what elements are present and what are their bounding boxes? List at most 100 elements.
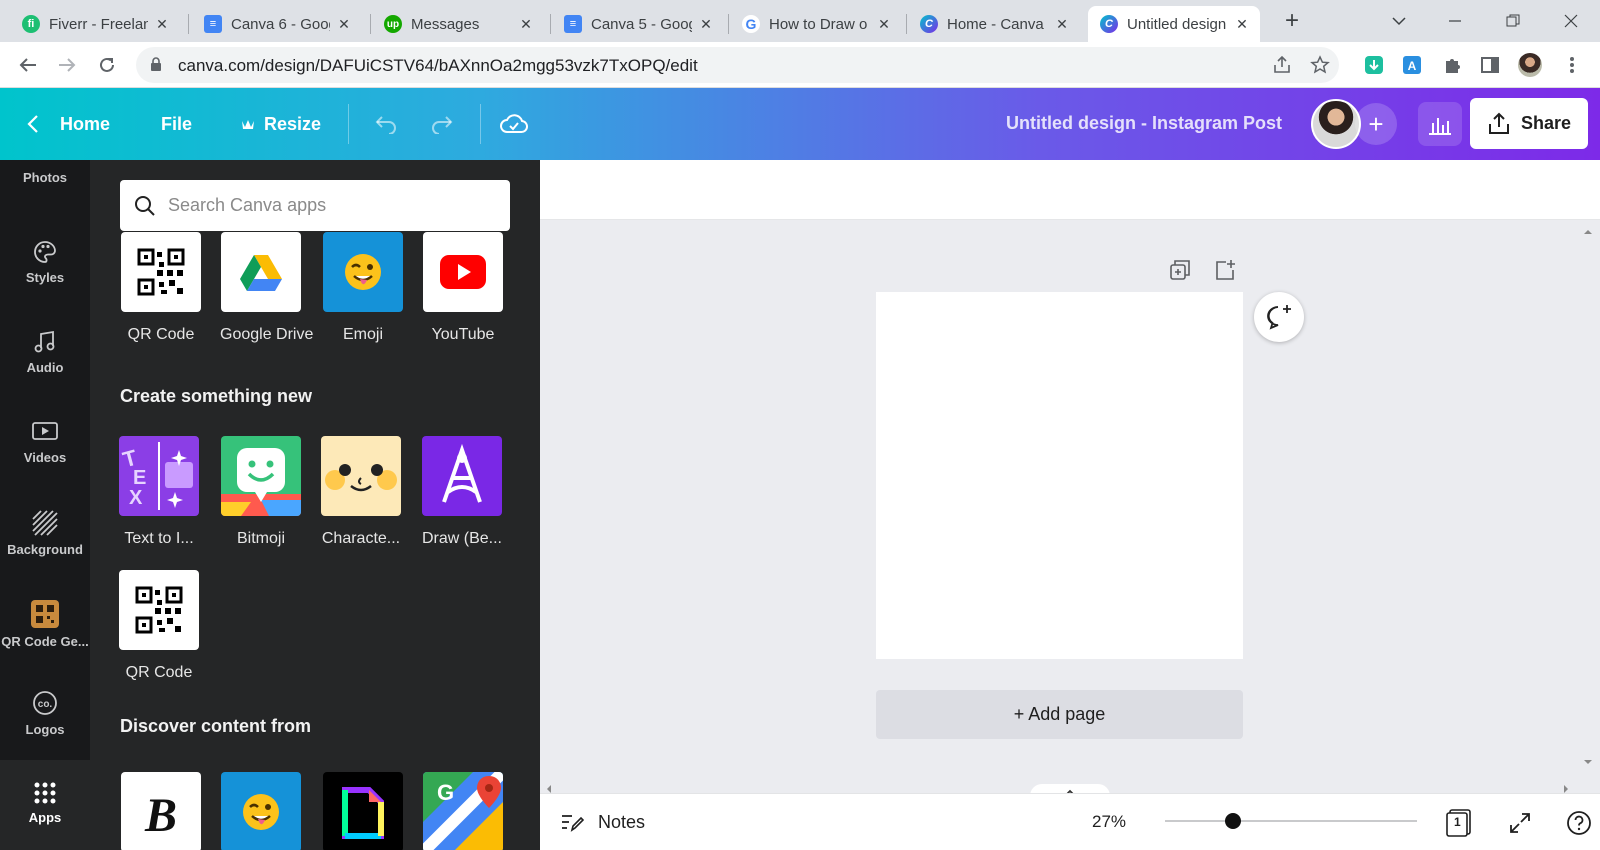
app-tile-giphy[interactable] (322, 772, 404, 850)
rail-item-videos[interactable]: Videos (0, 420, 90, 465)
rail-item-photos[interactable]: Photos (0, 170, 90, 185)
save-status-button[interactable] (500, 110, 528, 138)
page-count-button[interactable]: 1 (1444, 808, 1474, 838)
add-collaborator-button[interactable]: + (1355, 103, 1397, 145)
editor-context-toolbar (540, 160, 1600, 220)
puzzle-extensions-icon[interactable] (1440, 53, 1464, 77)
character-face-icon (321, 436, 401, 516)
resize-button[interactable]: Resize (241, 110, 321, 138)
design-title[interactable]: Untitled design - Instagram Post (1006, 113, 1282, 134)
close-icon[interactable]: ✕ (1234, 16, 1250, 32)
browser-tab-untitled-design[interactable]: C Untitled design ✕ (1088, 6, 1260, 42)
app-tile-draw[interactable]: Draw (Be... (421, 436, 503, 548)
app-tile-emoji-2[interactable] (220, 772, 302, 850)
browser-tab-canva6[interactable]: ≡ Canva 6 - Goog ✕ (192, 6, 362, 42)
zoom-percentage[interactable]: 27% (1092, 812, 1126, 832)
file-menu-button[interactable]: File (161, 110, 192, 138)
app-tile-label: Draw (Be... (421, 530, 502, 547)
app-tile-google-drive[interactable]: Google Drive (220, 232, 314, 344)
forward-arrow-icon[interactable] (55, 53, 79, 77)
app-tile-bitmoji[interactable]: Bitmoji (220, 436, 302, 548)
home-button[interactable]: Home (26, 110, 110, 138)
palette-icon (34, 241, 56, 263)
rail-item-qr-code-generator[interactable]: QR Code Ge... (0, 600, 90, 649)
app-tile-emoji[interactable]: Emoji (322, 232, 404, 344)
app-tile-google-maps[interactable]: G (422, 772, 504, 850)
extension-download-icon[interactable] (1362, 53, 1386, 77)
close-icon[interactable]: ✕ (518, 16, 534, 32)
address-bar[interactable]: canva.com/design/DAFUiCSTV64/bAXnnOa2mgg… (136, 47, 1339, 83)
resize-label: Resize (264, 113, 322, 134)
browser-tab-home-canva[interactable]: C Home - Canva ✕ (908, 6, 1080, 42)
google-drive-icon (221, 232, 301, 312)
browser-tab-canva5[interactable]: ≡ Canva 5 - Goog ✕ (552, 6, 724, 42)
svg-text:co.: co. (38, 699, 53, 710)
duplicate-page-icon[interactable] (1168, 258, 1192, 282)
browser-tab-fiverr[interactable]: fi Fiverr - Freelan ✕ (10, 6, 180, 42)
url-text: canva.com/design/DAFUiCSTV64/bAXnnOa2mgg… (178, 56, 698, 75)
tab-search-icon[interactable] (1384, 6, 1414, 36)
upwork-icon: up (384, 15, 402, 33)
app-tile-label: Google Drive (220, 326, 314, 343)
app-tile-qr-code[interactable]: QR Code (120, 232, 202, 344)
new-tab-button[interactable]: + (1280, 9, 1304, 34)
app-tile-character-builder[interactable]: Characte... (320, 436, 402, 548)
browser-tab-how-to-draw[interactable]: G How to Draw o ✕ (730, 6, 902, 42)
zoom-slider[interactable] (1165, 813, 1417, 829)
design-page[interactable] (876, 292, 1243, 659)
fiverr-icon: fi (22, 15, 40, 33)
vertical-scrollbar[interactable] (1580, 228, 1596, 768)
rail-item-label: Logos (25, 722, 65, 737)
rail-item-styles[interactable]: Styles (0, 240, 90, 285)
close-icon[interactable]: ✕ (1054, 16, 1070, 32)
zoom-slider-thumb[interactable] (1225, 813, 1242, 829)
app-tile-qr-code-2[interactable]: QR Code (118, 570, 200, 682)
back-arrow-icon[interactable] (16, 53, 40, 77)
redo-button[interactable] (430, 110, 456, 138)
extension-font-icon[interactable]: A (1400, 53, 1424, 77)
window-close-icon[interactable] (1556, 6, 1586, 36)
add-page-icon[interactable] (1213, 258, 1237, 282)
app-tile-youtube[interactable]: YouTube (422, 232, 504, 344)
notes-button[interactable]: Notes (560, 811, 645, 833)
search-box[interactable] (120, 180, 510, 231)
rail-item-apps[interactable]: Apps (0, 760, 90, 850)
share-page-icon[interactable] (1272, 55, 1292, 75)
side-panel-icon[interactable] (1478, 53, 1502, 77)
close-icon[interactable]: ✕ (876, 16, 892, 32)
share-button[interactable]: Share (1470, 98, 1588, 149)
close-icon[interactable]: ✕ (154, 16, 170, 32)
close-icon[interactable]: ✕ (336, 16, 352, 32)
tab-divider (370, 14, 371, 34)
bar-chart-icon (1429, 118, 1451, 135)
profile-avatar[interactable] (1518, 53, 1542, 77)
close-icon[interactable]: ✕ (698, 16, 714, 32)
search-input[interactable] (168, 195, 488, 216)
bookmark-star-icon[interactable] (1310, 55, 1330, 75)
help-button[interactable] (1564, 808, 1594, 838)
canva-icon: C (920, 15, 938, 33)
app-tile-bitly[interactable]: B (120, 772, 202, 850)
google-icon: G (742, 15, 760, 33)
add-comment-button[interactable] (1254, 292, 1304, 342)
rail-item-label: Videos (23, 450, 67, 465)
minimize-icon[interactable] (1440, 6, 1470, 36)
undo-button[interactable] (372, 110, 398, 138)
section-header-discover: Discover content from (120, 716, 312, 736)
reload-icon[interactable] (95, 53, 119, 77)
rail-item-logos[interactable]: co. Logos (0, 690, 90, 737)
add-page-button[interactable]: + Add page (876, 690, 1243, 739)
share-upload-icon (1488, 112, 1509, 134)
app-tile-text-to-image[interactable]: TEX Text to I... (118, 436, 200, 548)
rail-item-audio[interactable]: Audio (0, 330, 90, 375)
restore-icon[interactable] (1498, 6, 1528, 36)
rail-item-background[interactable]: Background (0, 510, 90, 557)
collaborator-avatar[interactable] (1311, 99, 1361, 149)
insights-button[interactable] (1418, 102, 1462, 146)
browser-tab-messages[interactable]: up Messages ✕ (372, 6, 544, 42)
google-docs-icon: ≡ (204, 15, 222, 33)
kebab-menu-icon[interactable] (1560, 53, 1584, 77)
fullscreen-button[interactable] (1505, 808, 1535, 838)
chevron-left-icon (27, 115, 38, 133)
page-count: 1 (1454, 815, 1461, 829)
